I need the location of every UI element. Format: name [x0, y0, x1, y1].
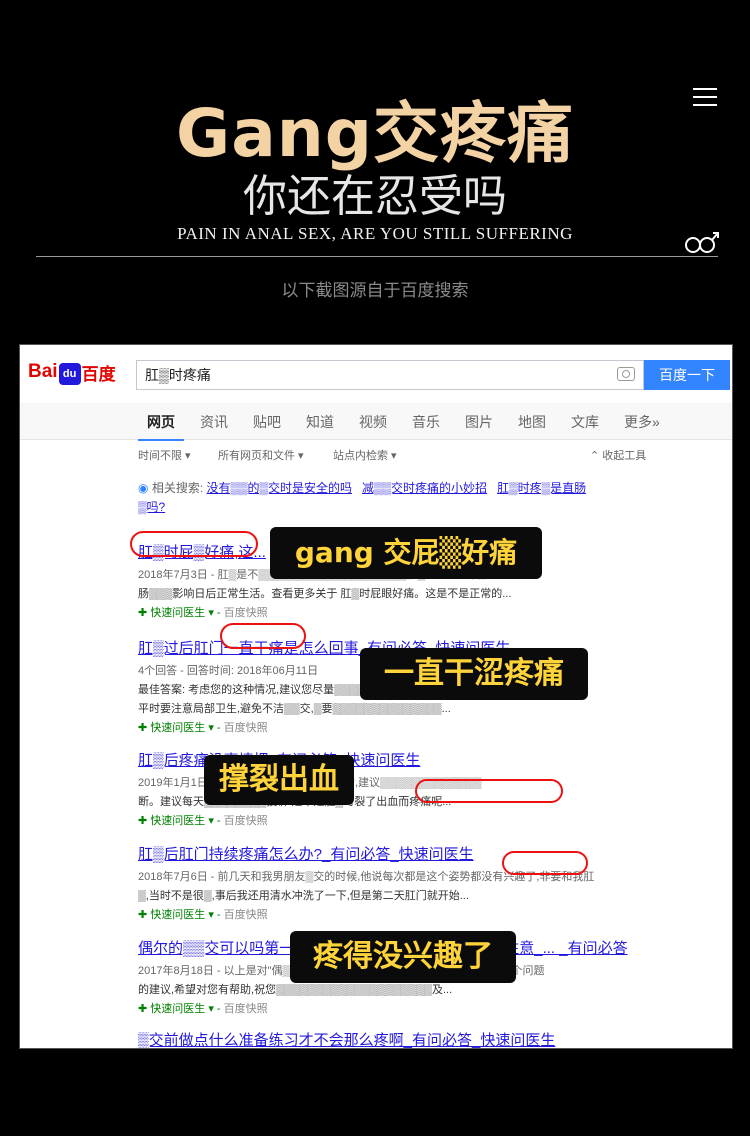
result-source[interactable]: ✚ 快速问医生 ▾ - 百度快照	[138, 719, 728, 738]
result-source[interactable]: ✚ 快速问医生 ▾ - 百度快照	[138, 906, 728, 925]
info-icon: ◉	[138, 481, 149, 495]
tab-wenku[interactable]: 文库	[562, 403, 608, 439]
highlight-circle	[130, 531, 258, 557]
tab-news[interactable]: 资讯	[191, 403, 237, 439]
filter-type[interactable]: 所有网页和文件 ▾	[218, 447, 304, 463]
tab-music[interactable]: 音乐	[403, 403, 449, 439]
highlight-circle	[415, 779, 563, 803]
search-result: ▒交前做点什么准备练习才不会那么疼啊_有问必答_快速问医生	[138, 1029, 728, 1048]
filter-time[interactable]: 时间不限 ▾	[138, 447, 191, 463]
search-button[interactable]: 百度一下	[644, 360, 730, 390]
overlay-badge: 一直干涩疼痛	[360, 648, 588, 700]
result-snippet: 肠▒▒▒影响日后正常生活。查看更多关于 肛▒时屁眼好痛。这是不是正常的...	[138, 588, 512, 600]
highlight-circle	[220, 623, 306, 649]
related-link[interactable]: 没有▒▒的▒交时是安全的吗	[207, 481, 353, 495]
result-meta: 2018年7月6日 - 前几天和我男朋友▒交的时候,他说每次都是这个姿势都没有兴…	[138, 871, 595, 883]
search-tabs: 网页 资讯 贴吧 知道 视频 音乐 图片 地图 文库 更多»	[20, 403, 732, 441]
result-title[interactable]: 肛▒后肛门持续疼痛怎么办?_有问必答_快速问医生	[138, 843, 728, 864]
hero-english: PAIN IN ANAL SEX, ARE YOU STILL SUFFERIN…	[177, 224, 573, 243]
overlay-badge: 疼得没兴趣了	[290, 931, 516, 983]
tab-map[interactable]: 地图	[509, 403, 555, 439]
camera-icon[interactable]	[617, 367, 635, 381]
source-caption: 以下截图源自于百度搜索	[281, 281, 469, 300]
search-filters: 时间不限 ▾ 所有网页和文件 ▾ 站点内检索 ▾ ⌃ 收起工具	[138, 447, 732, 467]
search-topbar: Bai du 百度 肛▒时疼痛 百度一下	[20, 345, 732, 403]
search-screenshot: Bai du 百度 肛▒时疼痛 百度一下 网页 资讯 贴吧 知道 视频 音乐 图…	[19, 344, 733, 1049]
result-source[interactable]: ✚ 快速问医生 ▾ - 百度快照	[138, 604, 728, 623]
result-snippet: 的建议,希望对您有帮助,祝您▒▒▒▒▒▒▒▒▒▒▒▒▒▒▒▒▒▒▒▒及...	[138, 984, 453, 996]
related-link[interactable]: ▒吗?	[138, 500, 165, 514]
gender-icon	[685, 232, 719, 253]
result-title[interactable]: ▒交前做点什么准备练习才不会那么疼啊_有问必答_快速问医生	[138, 1029, 728, 1048]
search-result: 肛▒后肛门持续疼痛怎么办?_有问必答_快速问医生 2018年7月6日 - 前几天…	[138, 843, 728, 925]
related-link[interactable]: 肛▒时疼▒是直肠	[497, 481, 586, 495]
baidu-logo[interactable]: Bai du 百度	[28, 357, 116, 387]
tab-images[interactable]: 图片	[456, 403, 502, 439]
hero-divider	[36, 256, 718, 257]
results-area: ◉ 相关搜索: 没有▒▒的▒交时是安全的吗 减▒▒交时疼痛的小妙招 肛▒时疼▒是…	[138, 479, 728, 1048]
collapse-tools[interactable]: ⌃ 收起工具	[590, 447, 646, 463]
tab-zhidao[interactable]: 知道	[297, 403, 343, 439]
result-source[interactable]: ✚ 快速问医生 ▾ - 百度快照	[138, 1000, 728, 1019]
menu-icon[interactable]	[693, 88, 717, 108]
result-snippet: 平时要注意局部卫生,避免不洁▒▒交,▒要▒▒▒▒▒▒▒▒▒▒▒▒▒▒...	[138, 703, 451, 715]
filter-site[interactable]: 站点内检索 ▾	[333, 447, 397, 463]
result-source[interactable]: ✚ 快速问医生 ▾ - 百度快照	[138, 812, 728, 831]
hero-subtitle: 你还在忍受吗	[243, 171, 507, 222]
related-searches: ◉ 相关搜索: 没有▒▒的▒交时是安全的吗 减▒▒交时疼痛的小妙招 肛▒时疼▒是…	[138, 481, 587, 514]
tab-web[interactable]: 网页	[138, 403, 184, 441]
overlay-badge: gang 交屁▒好痛	[270, 527, 542, 579]
paw-icon: du	[58, 363, 81, 385]
overlay-badge: 撑裂出血	[204, 755, 354, 805]
related-link[interactable]: 减▒▒交时疼痛的小妙招	[362, 481, 487, 495]
tab-video[interactable]: 视频	[350, 403, 396, 439]
search-input[interactable]: 肛▒时疼痛	[136, 360, 644, 390]
result-snippet: ▒,当时不是很▒,事后我还用清水冲洗了一下,但是第二天肛门就开始...	[138, 890, 469, 902]
highlight-circle	[502, 851, 588, 875]
tab-more[interactable]: 更多»	[615, 403, 669, 439]
tab-tieba[interactable]: 贴吧	[244, 403, 290, 439]
